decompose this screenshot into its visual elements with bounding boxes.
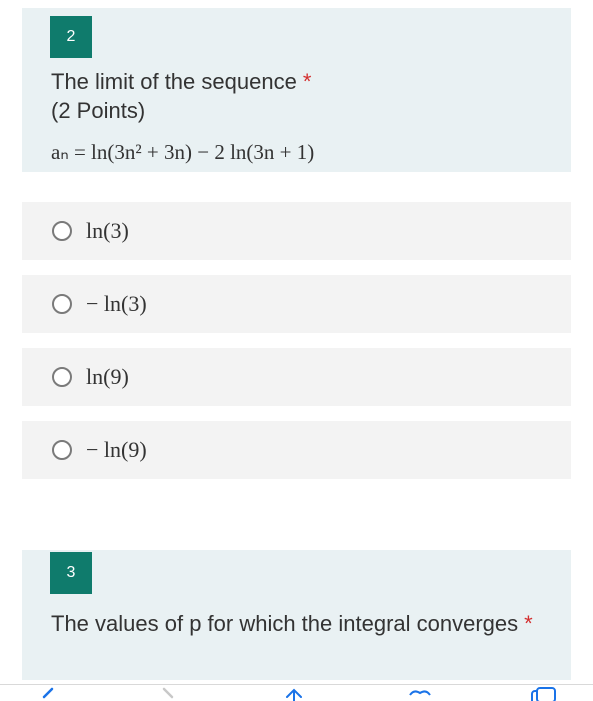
required-mark: * [302,69,312,94]
answer-option-1[interactable]: ln(3) [22,202,571,260]
radio-button[interactable] [52,440,72,460]
radio-button[interactable] [52,221,72,241]
answer-option-4[interactable]: − ln(9) [22,421,571,479]
question-title: The limit of the sequence * [51,66,555,98]
share-icon[interactable] [283,687,305,701]
option-label: − ln(3) [86,291,147,316]
question-number-badge: 3 [50,552,92,594]
answer-option-3[interactable]: ln(9) [22,348,571,406]
question-title-text: The limit of the sequence [51,69,297,94]
option-label: ln(9) [86,364,129,389]
required-mark: * [524,611,533,636]
tabs-icon[interactable] [530,687,556,701]
question-formula: aₙ = ln(3n² + 3n) − 2 ln(3n + 1) [51,140,315,164]
question-points: (2 Points) [51,98,146,123]
back-icon[interactable] [38,687,60,701]
answer-option-2[interactable]: − ln(3) [22,275,571,333]
bookmarks-icon[interactable] [408,687,432,701]
question-card-3: 3 The values of p for which the integral… [22,550,571,680]
radio-button[interactable] [52,294,72,314]
question-card-2: 2 The limit of the sequence * (2 Points) … [22,8,571,172]
browser-toolbar [0,684,593,701]
question-title-text: The values of p for which the integral c… [51,611,519,636]
option-label: − ln(9) [86,437,147,462]
radio-button[interactable] [52,367,72,387]
option-label: ln(3) [86,218,129,243]
question-title: The values of p for which the integral c… [51,608,555,640]
question-number-badge: 2 [50,16,92,58]
forward-icon[interactable] [158,687,180,701]
